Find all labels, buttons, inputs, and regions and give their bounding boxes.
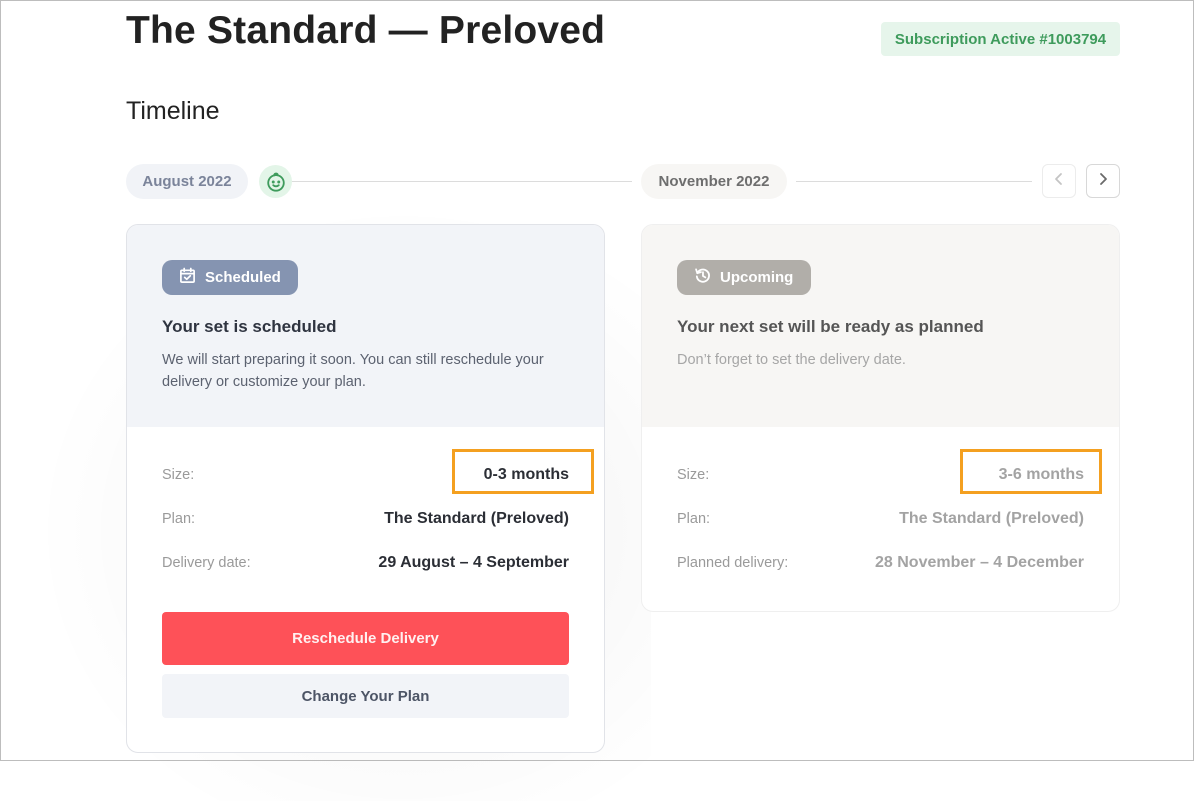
card-heading: Your next set will be ready as planned — [677, 317, 984, 336]
timeline-connector — [292, 181, 632, 182]
status-label: Upcoming — [720, 269, 794, 286]
detail-label: Size: — [162, 467, 195, 483]
timeline-month-november[interactable]: November 2022 — [641, 164, 787, 199]
card-description: We will start preparing it soon. You can… — [162, 352, 544, 390]
card-header: Upcoming Your next set will be ready as … — [642, 225, 1119, 427]
detail-row-plan: Plan: The Standard (Preloved) — [677, 507, 1084, 531]
timeline-heading: Timeline — [126, 97, 220, 125]
card-heading: Your set is scheduled — [162, 317, 337, 336]
timeline-month-august[interactable]: August 2022 — [126, 164, 248, 199]
detail-value: The Standard (Preloved) — [899, 510, 1084, 527]
detail-value: 28 November – 4 December — [875, 554, 1084, 571]
history-icon — [694, 267, 720, 288]
calendar-check-icon — [179, 267, 205, 288]
status-badge-upcoming: Upcoming — [677, 260, 811, 295]
size-highlight-annotation — [960, 449, 1102, 494]
chevron-right-icon — [1097, 172, 1109, 191]
card-header: Scheduled Your set is scheduled We will … — [127, 225, 604, 427]
upcoming-set-card: Upcoming Your next set will be ready as … — [641, 224, 1120, 612]
chevron-left-icon — [1053, 172, 1065, 191]
detail-value: The Standard (Preloved) — [384, 510, 569, 527]
change-plan-button[interactable]: Change Your Plan — [162, 674, 569, 718]
size-highlight-annotation — [452, 449, 594, 494]
baby-face-icon — [259, 165, 292, 198]
detail-label: Plan: — [677, 511, 711, 527]
status-label: Scheduled — [205, 269, 281, 286]
detail-label: Size: — [677, 467, 710, 483]
timeline-connector — [796, 181, 1032, 182]
subscription-status-badge: Subscription Active #1003794 — [881, 22, 1120, 56]
detail-row-delivery-date: Delivery date: 29 August – 4 September — [162, 551, 569, 575]
page-title: The Standard — Preloved — [126, 9, 606, 52]
detail-label: Planned delivery: — [677, 555, 789, 571]
detail-value: 29 August – 4 September — [378, 554, 569, 571]
status-badge-scheduled: Scheduled — [162, 260, 298, 295]
detail-row-planned-delivery: Planned delivery: 28 November – 4 Decemb… — [677, 551, 1084, 575]
card-description: Don’t forget to set the delivery date. — [677, 352, 906, 368]
detail-label: Plan: — [162, 511, 196, 527]
detail-row-plan: Plan: The Standard (Preloved) — [162, 507, 569, 531]
reschedule-delivery-button[interactable]: Reschedule Delivery — [162, 612, 569, 665]
timeline-prev-button[interactable] — [1042, 164, 1076, 198]
detail-label: Delivery date: — [162, 555, 251, 571]
timeline-next-button[interactable] — [1086, 164, 1120, 198]
